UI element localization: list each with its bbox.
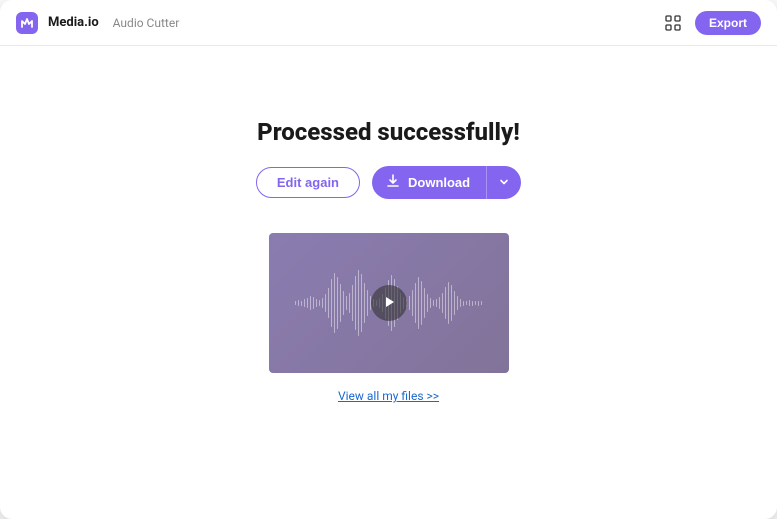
audio-preview xyxy=(269,233,509,373)
play-icon xyxy=(382,294,396,313)
brand-name: Media.io xyxy=(48,15,99,30)
download-label: Download xyxy=(408,175,470,190)
download-button[interactable]: Download xyxy=(372,166,486,199)
success-title: Processed successfully! xyxy=(257,118,520,146)
app-window: Media.io Audio Cutter Export Processed s… xyxy=(0,0,777,519)
view-all-files-link[interactable]: View all my files >> xyxy=(338,389,439,403)
download-icon xyxy=(386,174,400,191)
header-left: Media.io Audio Cutter xyxy=(16,12,179,34)
apps-grid-icon[interactable] xyxy=(663,13,683,33)
app-name: Audio Cutter xyxy=(113,16,180,30)
main-content: Processed successfully! Edit again Downl… xyxy=(0,46,777,519)
play-button[interactable] xyxy=(371,285,407,321)
header-right: Export xyxy=(663,11,761,35)
edit-again-button[interactable]: Edit again xyxy=(256,167,360,198)
chevron-down-icon xyxy=(499,175,509,190)
export-button[interactable]: Export xyxy=(695,11,761,35)
action-row: Edit again Download xyxy=(256,166,521,199)
header: Media.io Audio Cutter Export xyxy=(0,0,777,46)
download-dropdown-button[interactable] xyxy=(486,166,521,199)
logo-icon xyxy=(16,12,38,34)
download-button-group: Download xyxy=(372,166,521,199)
